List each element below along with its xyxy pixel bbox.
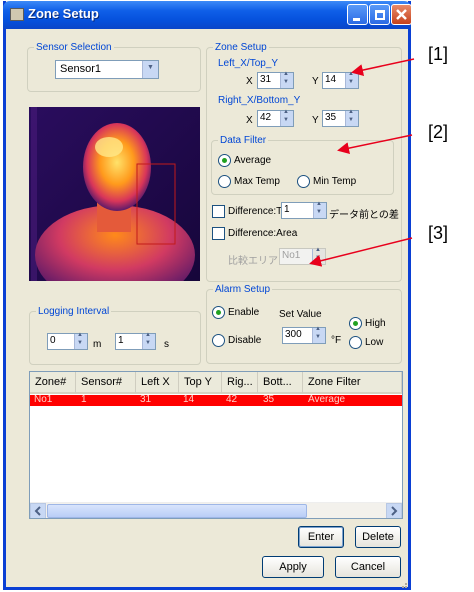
- annotation-arrow-2: [337, 134, 413, 155]
- annotation-arrow-3: [309, 237, 413, 267]
- annotation-arrows: [309, 58, 415, 267]
- annotation-arrow-1: [351, 58, 415, 76]
